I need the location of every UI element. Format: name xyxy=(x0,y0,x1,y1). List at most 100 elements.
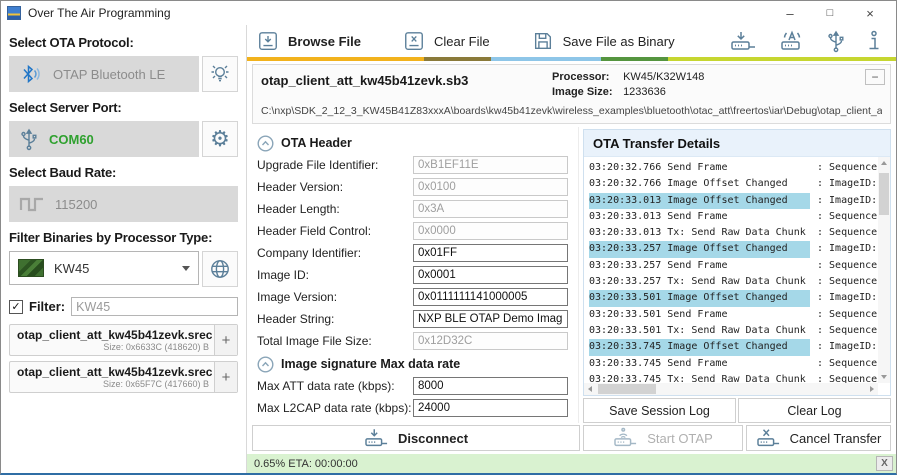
scan-devices-button[interactable] xyxy=(202,56,238,92)
log-row[interactable]: 03:20:33.257 Send Frame : Sequence I xyxy=(589,258,876,274)
scroll-down-icon[interactable] xyxy=(881,375,887,379)
action-bar: Disconnect Start OTAP xyxy=(252,425,891,451)
bulb-icon xyxy=(208,62,232,86)
app-window: Over The Air Programming – □ × Select OT… xyxy=(0,0,897,475)
save-session-log-button[interactable]: Save Session Log xyxy=(583,398,736,423)
log-row[interactable]: 03:20:33.501 Image Offset Changed : Imag… xyxy=(589,290,876,306)
info-icon[interactable] xyxy=(866,29,882,53)
log-row[interactable]: 03:20:33.745 Send Frame : Sequence I xyxy=(589,356,876,372)
scroll-up-icon[interactable] xyxy=(881,161,887,165)
log-message: 03:20:33.257 Tx: Send Raw Data Chunk xyxy=(589,274,817,290)
file-list-item[interactable]: otap_client_att_kw45b41zevk.srec Size: 0… xyxy=(9,361,238,393)
ota-header-column: OTA Header Upgrade File Identifier: Head… xyxy=(247,127,579,423)
log-row[interactable]: 03:20:33.501 Tx: Send Raw Data Chunk : S… xyxy=(589,323,876,339)
ota-header-field-row: Image ID: xyxy=(257,266,568,284)
cancel-transfer-icon xyxy=(756,427,782,449)
log-message: 03:20:33.745 Image Offset Changed xyxy=(589,339,817,355)
protocol-label: Select OTA Protocol: xyxy=(9,35,238,50)
scroll-left-icon[interactable] xyxy=(588,386,592,392)
com-port-button[interactable]: COM60 xyxy=(9,121,199,157)
filter-input[interactable] xyxy=(71,297,238,316)
file-info-panel: otap_client_att_kw45b41zevk.sb3 Processo… xyxy=(252,64,891,124)
field-label: Image ID: xyxy=(257,268,413,282)
field-input[interactable] xyxy=(413,377,568,395)
collapse-panel-button[interactable]: − xyxy=(865,69,885,85)
horizontal-scrollbar[interactable] xyxy=(584,383,878,395)
baud-rate-button[interactable]: 115200 xyxy=(9,186,238,222)
ota-header-field-row: Upgrade File Identifier: xyxy=(257,156,568,174)
usb-toolbar-icon[interactable] xyxy=(826,29,846,53)
scroll-right-icon[interactable] xyxy=(870,386,874,392)
bluetooth-protocol-button[interactable]: OTAP Bluetooth LE xyxy=(9,56,199,92)
field-input[interactable] xyxy=(413,200,568,218)
cancel-transfer-button[interactable]: Cancel Transfer xyxy=(746,425,891,451)
field-label: Header Version: xyxy=(257,180,413,194)
field-input[interactable] xyxy=(413,222,568,240)
add-file-button[interactable]: + xyxy=(214,362,237,392)
status-close-button[interactable]: X xyxy=(876,456,893,471)
add-file-button[interactable]: + xyxy=(214,325,237,355)
log-row[interactable]: 03:20:33.013 Image Offset Changed : Imag… xyxy=(589,193,876,209)
signature-field-row: Max ATT data rate (kbps): xyxy=(257,377,568,395)
field-input[interactable] xyxy=(413,399,568,417)
clear-log-button[interactable]: Clear Log xyxy=(738,398,891,423)
log-row[interactable]: 03:20:33.257 Tx: Send Raw Data Chunk : S… xyxy=(589,274,876,290)
plus-icon: + xyxy=(222,369,231,386)
field-input[interactable] xyxy=(413,288,568,306)
filter-checkbox[interactable]: ✓ xyxy=(9,300,23,314)
download-firmware-icon[interactable] xyxy=(730,29,758,53)
disconnect-button[interactable]: Disconnect xyxy=(252,425,580,451)
square-wave-icon xyxy=(19,194,45,214)
browse-file-label: Browse File xyxy=(288,34,361,49)
log-row[interactable]: 03:20:33.257 Image Offset Changed : Imag… xyxy=(589,241,876,257)
processor-dropdown[interactable]: KW45 xyxy=(9,251,199,285)
field-input[interactable] xyxy=(413,178,568,196)
log-row[interactable]: 03:20:32.766 Image Offset Changed : Imag… xyxy=(589,176,876,192)
signature-section-header[interactable]: Image signature Max data rate xyxy=(257,354,568,374)
ota-header-section-header[interactable]: OTA Header xyxy=(257,133,568,153)
field-label: Max ATT data rate (kbps): xyxy=(257,379,413,393)
browse-file-button[interactable]: Browse File xyxy=(257,30,361,52)
log-message: 03:20:33.013 Send Frame xyxy=(589,209,817,225)
save-binary-label: Save File as Binary xyxy=(563,34,675,49)
log-row[interactable]: 03:20:33.013 Send Frame : Sequence I xyxy=(589,209,876,225)
field-label: Company Identifier: xyxy=(257,246,413,260)
processor-info-label: Processor: xyxy=(552,71,620,83)
maximize-button[interactable]: □ xyxy=(810,2,850,24)
chevron-down-icon xyxy=(182,266,190,271)
vertical-scroll-thumb[interactable] xyxy=(879,173,889,215)
rf-antenna-icon[interactable] xyxy=(778,29,806,53)
log-row[interactable]: 03:20:33.501 Send Frame : Sequence I xyxy=(589,307,876,323)
port-settings-button[interactable]: ⚙ xyxy=(202,121,238,157)
ota-header-title: OTA Header xyxy=(281,136,352,150)
transfer-log[interactable]: 03:20:32.766 Send Frame : Sequence I 03:… xyxy=(584,157,890,395)
minimize-button[interactable]: – xyxy=(770,2,810,24)
clear-file-label: Clear File xyxy=(434,34,490,49)
field-input[interactable] xyxy=(413,332,568,350)
browse-processors-button[interactable] xyxy=(202,251,238,287)
vertical-scrollbar[interactable] xyxy=(878,157,890,383)
save-binary-button[interactable]: Save File as Binary xyxy=(532,30,675,52)
file-list-item[interactable]: otap_client_att_kw45b41zevk.srec Size: 0… xyxy=(9,324,238,356)
ota-header-field-row: Header Field Control: xyxy=(257,222,568,240)
start-otap-button[interactable]: Start OTAP xyxy=(583,425,743,451)
close-button[interactable]: × xyxy=(850,2,890,24)
field-input[interactable] xyxy=(413,310,568,328)
sidebar: Select OTA Protocol: OTAP Bluetooth LE xyxy=(1,25,247,473)
field-input[interactable] xyxy=(413,244,568,262)
log-row[interactable]: 03:20:32.766 Send Frame : Sequence I xyxy=(589,160,876,176)
clear-file-button[interactable]: Clear File xyxy=(403,30,490,52)
log-row[interactable]: 03:20:33.013 Tx: Send Raw Data Chunk : S… xyxy=(589,225,876,241)
globe-icon xyxy=(208,257,232,281)
field-label: Header Length: xyxy=(257,202,413,216)
minus-icon: − xyxy=(871,71,878,83)
log-row[interactable]: 03:20:33.745 Image Offset Changed : Imag… xyxy=(589,339,876,355)
log-message: 03:20:33.013 Image Offset Changed xyxy=(589,193,817,209)
field-input[interactable] xyxy=(413,156,568,174)
horizontal-scroll-thumb[interactable] xyxy=(598,384,656,394)
field-input[interactable] xyxy=(413,266,568,284)
ota-header-field-row: Image Version: xyxy=(257,288,568,306)
clear-file-icon xyxy=(403,30,425,52)
field-label: Header Field Control: xyxy=(257,224,413,238)
signature-section-title: Image signature Max data rate xyxy=(281,357,460,371)
